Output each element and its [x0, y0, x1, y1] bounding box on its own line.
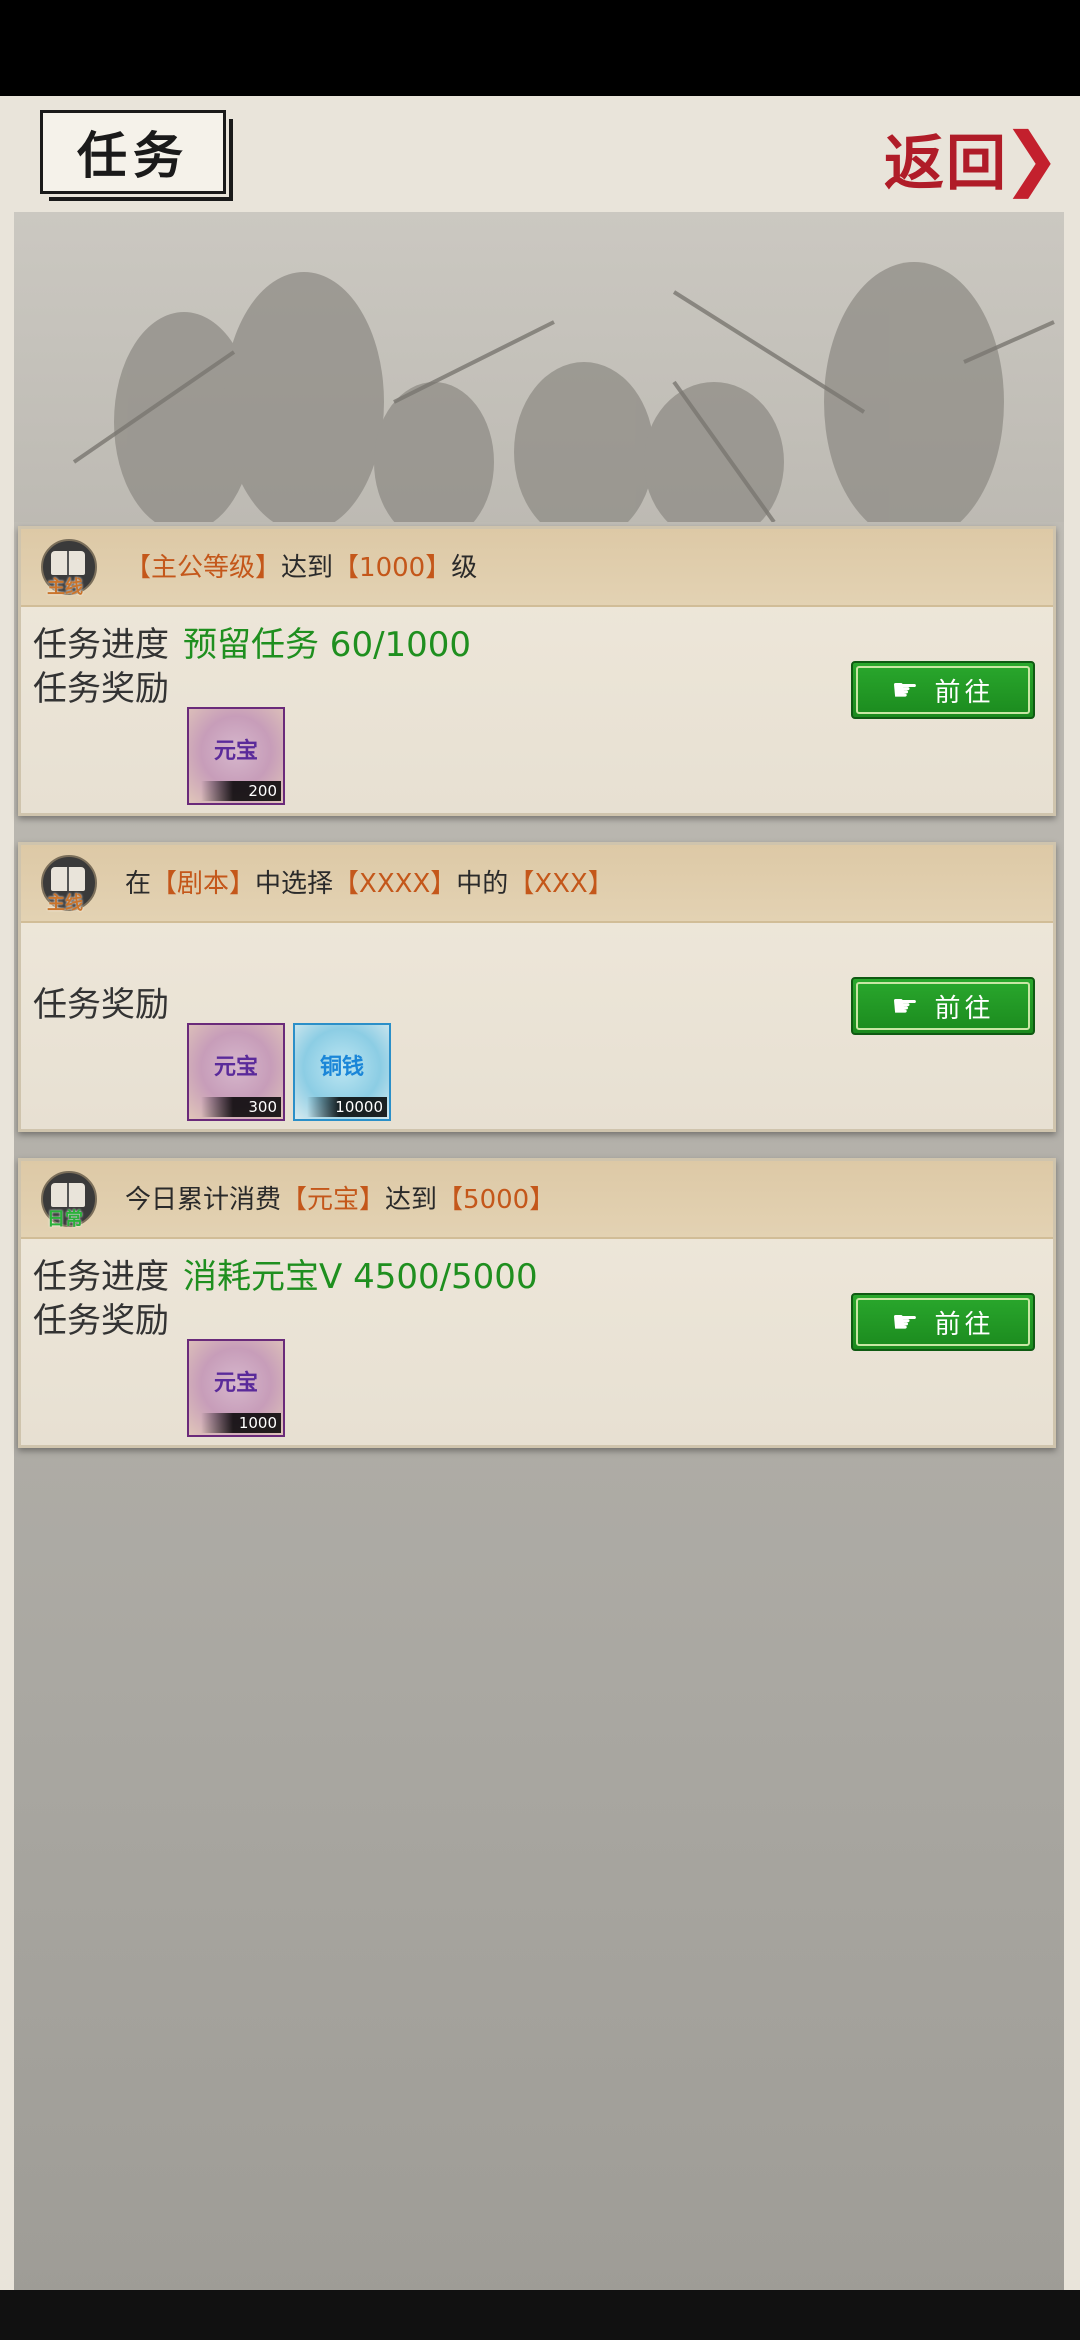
task-title-highlight: 【元宝】 — [281, 1185, 386, 1215]
reward-item-name: 元宝 — [213, 1054, 258, 1080]
go-button-label: 前往 — [934, 993, 995, 1024]
task-reward-label: 任务奖励 — [33, 1301, 169, 1341]
back-button[interactable]: 返回 ❯ — [884, 117, 1061, 199]
reward-item-name: 铜钱 — [319, 1054, 364, 1080]
task-title-text: 中选择 — [255, 869, 334, 899]
reward-item-tongqian[interactable]: 铜钱 10000 — [293, 1023, 391, 1121]
task-card: 主线 在【剧本】中选择【XXXX】中的【XXX】任务奖励元宝 300 铜钱 10000 ☛… — [18, 842, 1056, 1132]
task-title-highlight: 【XXX】 — [508, 869, 614, 899]
reward-item-yuanbao[interactable]: 元宝 1000 — [187, 1339, 285, 1437]
page-title: 任务 — [40, 110, 233, 201]
reward-item-yuanbao[interactable]: 元宝 300 — [187, 1023, 285, 1121]
go-button-label: 前往 — [934, 1309, 995, 1340]
reward-item-name: 元宝 — [213, 738, 258, 764]
task-type-tag: 主线 — [47, 893, 83, 914]
task-header: 主线 【主公等级】达到【1000】级 — [21, 529, 1053, 607]
task-title-highlight: 【5000】 — [437, 1185, 556, 1215]
reward-item-yuanbao[interactable]: 元宝 200 — [187, 707, 285, 805]
task-title-text: 达到 — [281, 553, 334, 583]
go-button[interactable]: ☛ 前往 — [851, 977, 1035, 1035]
task-title: 在【剧本】中选择【XXXX】中的【XXX】 — [125, 863, 614, 900]
task-title-text: 达到 — [385, 1185, 438, 1215]
task-title: 【主公等级】达到【1000】级 — [125, 547, 477, 584]
task-title-text: 中的 — [456, 869, 509, 899]
reward-item-count: 10000 — [307, 1097, 387, 1117]
go-button[interactable]: ☛ 前往 — [851, 1293, 1035, 1351]
back-label: 返回 — [884, 128, 1008, 199]
chevron-right-icon: ❯ — [1002, 117, 1061, 199]
task-type-tag: 主线 — [47, 577, 83, 598]
task-progress-label: 任务进度 — [33, 1257, 169, 1297]
hand-pointer-icon: ☛ — [891, 672, 919, 708]
task-title-highlight: 【剧本】 — [151, 869, 256, 899]
task-title-highlight: 【XXXX】 — [333, 869, 457, 899]
task-title-highlight: 【1000】 — [333, 553, 452, 583]
task-progress: 任务进度 预留任务 60/1000 — [33, 617, 471, 666]
task-card: 主线 【主公等级】达到【1000】级 任务进度 预留任务 60/1000 任务奖励 元宝 2… — [18, 526, 1056, 816]
task-reward-label: 任务奖励 — [33, 669, 169, 709]
go-button[interactable]: ☛ 前往 — [851, 661, 1035, 719]
hand-pointer-icon: ☛ — [891, 1304, 919, 1340]
hand-pointer-icon: ☛ — [891, 988, 919, 1024]
task-card: 日常 今日累计消费【元宝】达到【5000】 任务进度 消耗元宝V 4500/5000 任… — [18, 1158, 1056, 1448]
task-type-tag: 日常 — [47, 1209, 83, 1230]
task-title-highlight: 【主公等级】 — [125, 553, 282, 583]
task-title: 今日累计消费【元宝】达到【5000】 — [125, 1179, 555, 1216]
task-title-text: 在 — [125, 869, 152, 899]
reward-item-count: 1000 — [201, 1413, 281, 1433]
task-progress-value: 预留任务 60/1000 — [183, 625, 472, 665]
task-progress: 任务进度 消耗元宝V 4500/5000 — [33, 1249, 538, 1298]
task-header: 日常 今日累计消费【元宝】达到【5000】 — [21, 1161, 1053, 1239]
reward-item-count: 300 — [201, 1097, 281, 1117]
task-progress-label: 任务进度 — [33, 625, 169, 665]
task-header: 主线 在【剧本】中选择【XXXX】中的【XXX】 — [21, 845, 1053, 923]
go-button-label: 前往 — [934, 677, 995, 708]
task-screen: 任务 返回 ❯ 主线 【主公等级】达到【1000】级 任务进度 预留任务 60/… — [0, 96, 1080, 2310]
reward-item-count: 200 — [201, 781, 281, 801]
task-title-text: 今日累计消费 — [125, 1185, 282, 1215]
reward-item-name: 元宝 — [213, 1370, 258, 1396]
task-reward-label: 任务奖励 — [33, 985, 169, 1025]
task-title-text: 级 — [451, 553, 478, 583]
bottom-bar — [0, 2290, 1080, 2340]
warriors-banner-image — [14, 212, 1064, 522]
task-progress-value: 消耗元宝V 4500/5000 — [183, 1257, 538, 1297]
